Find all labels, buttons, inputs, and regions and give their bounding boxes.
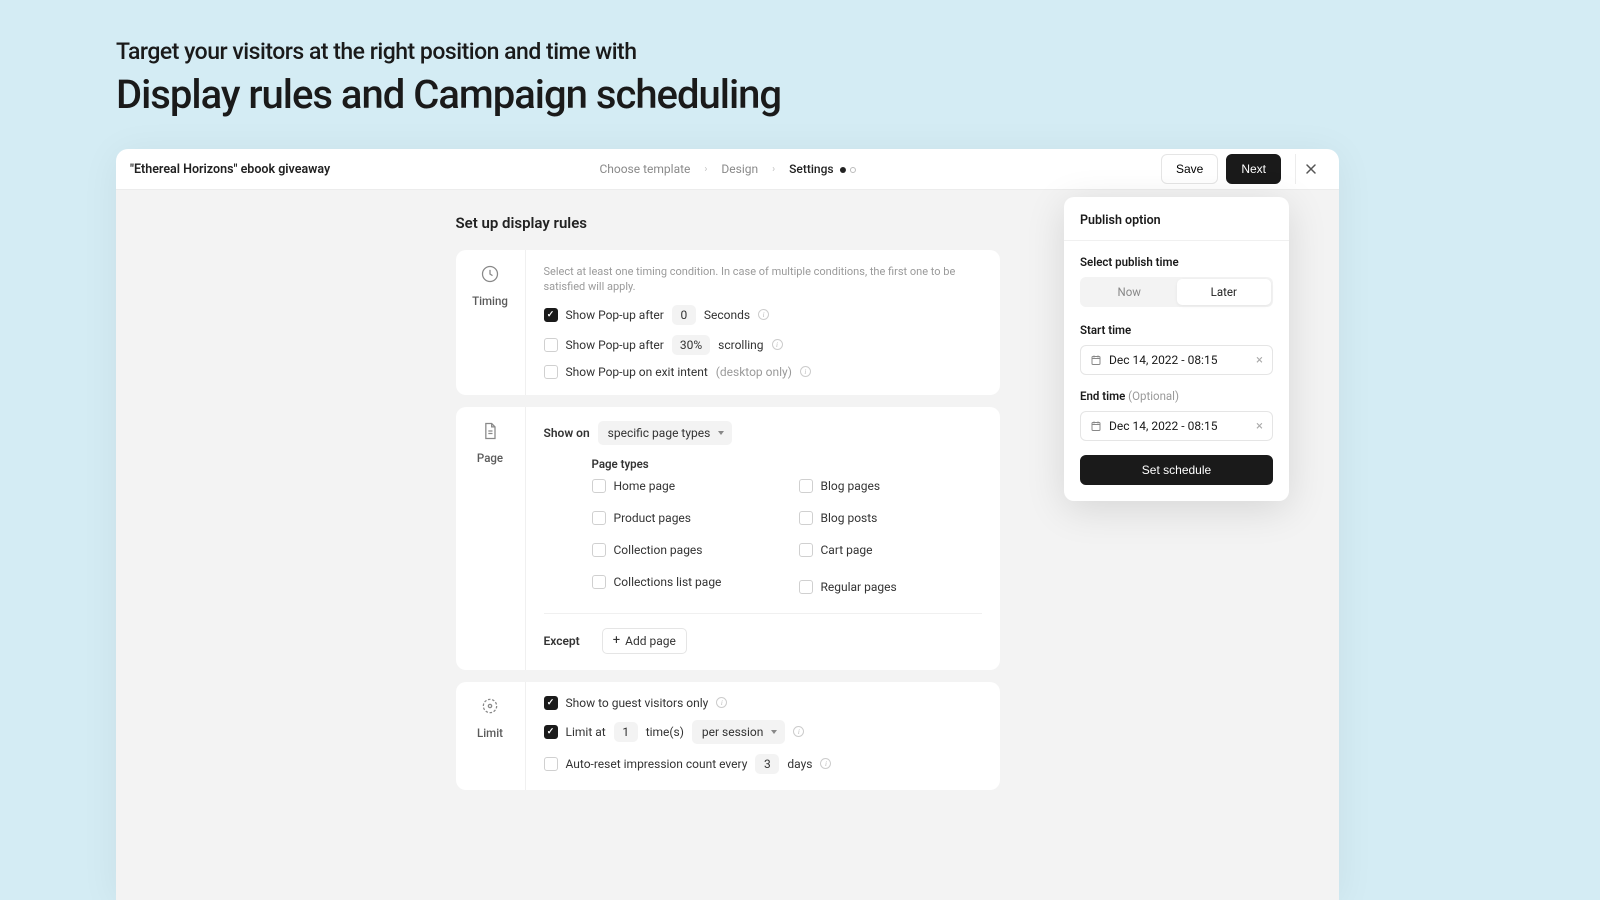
timing-scroll-unit: scrolling (718, 338, 763, 352)
page-icon (480, 421, 500, 441)
info-icon[interactable] (758, 309, 769, 320)
timing-scroll-value[interactable]: 30% (672, 335, 710, 355)
show-on-select[interactable]: specific page types (598, 421, 733, 445)
hero-subtitle: Target your visitors at the right positi… (116, 38, 1484, 65)
set-schedule-button[interactable]: Set schedule (1080, 455, 1273, 485)
page-type-cart-checkbox[interactable] (799, 543, 813, 557)
page-type-label: Cart page (821, 543, 873, 557)
page-type-label: Collections list page (614, 575, 722, 589)
optional-label: (Optional) (1128, 389, 1179, 403)
hero-title: Display rules and Campaign scheduling (116, 71, 1484, 118)
page-type-blog-pages-checkbox[interactable] (799, 479, 813, 493)
chevron-right-icon: › (704, 164, 707, 175)
publish-title: Publish option (1080, 213, 1273, 228)
timing-side-label: Timing (472, 294, 508, 308)
timing-scroll-checkbox[interactable] (544, 338, 558, 352)
timing-after-value[interactable]: 0 (672, 305, 696, 325)
end-time-input[interactable]: Dec 14, 2022 - 08:15 × (1080, 411, 1273, 441)
page-type-label: Regular pages (821, 580, 897, 594)
info-icon[interactable] (820, 758, 831, 769)
info-icon[interactable] (716, 697, 727, 708)
end-time-value: Dec 14, 2022 - 08:15 (1109, 419, 1217, 433)
page-type-label: Home page (614, 479, 676, 493)
clock-icon (480, 264, 500, 284)
info-icon[interactable] (793, 726, 804, 737)
show-on-label: Show on (544, 426, 590, 440)
campaign-title: "Ethereal Horizons" ebook giveaway (130, 162, 330, 177)
step-dot-empty (850, 167, 856, 173)
start-time-label: Start time (1080, 323, 1273, 337)
calendar-icon (1090, 420, 1102, 432)
plus-icon: + (613, 634, 620, 647)
limit-at-label: Limit at (566, 725, 606, 739)
timing-after-label: Show Pop-up after (566, 308, 664, 322)
guest-only-checkbox[interactable] (544, 696, 558, 710)
page-type-label: Product pages (614, 511, 692, 525)
target-icon (480, 696, 500, 716)
reset-value-input[interactable]: 3 (755, 754, 779, 774)
step-choose-template[interactable]: Choose template (599, 162, 690, 176)
timing-exit-suffix: (desktop only) (716, 365, 792, 379)
limit-scope-select[interactable]: per session (692, 720, 785, 744)
start-time-input[interactable]: Dec 14, 2022 - 08:15 × (1080, 345, 1273, 375)
info-icon[interactable] (800, 366, 811, 377)
reset-unit: days (787, 757, 812, 771)
step-settings[interactable]: Settings (789, 162, 855, 176)
page-types-header: Page types (592, 457, 982, 471)
timing-hint: Select at least one timing condition. In… (544, 264, 982, 295)
chevron-right-icon: › (772, 164, 775, 175)
page-type-collection-checkbox[interactable] (592, 543, 606, 557)
timing-card: Timing Select at least one timing condit… (456, 250, 1000, 395)
limit-at-checkbox[interactable] (544, 725, 558, 739)
next-button[interactable]: Next (1226, 154, 1281, 184)
add-page-button[interactable]: + Add page (602, 628, 687, 654)
page-type-label: Blog posts (821, 511, 878, 525)
page-type-collections-list-checkbox[interactable] (592, 575, 606, 589)
except-label: Except (544, 634, 580, 648)
timing-exit-checkbox[interactable] (544, 365, 558, 379)
publish-time-label: Select publish time (1080, 255, 1273, 269)
step-design[interactable]: Design (721, 162, 758, 176)
timing-after-unit: Seconds (704, 308, 750, 322)
publish-time-segment: Now Later (1080, 277, 1273, 307)
info-icon[interactable] (772, 339, 783, 350)
clear-start-icon[interactable]: × (1256, 354, 1263, 367)
limit-side-label: Limit (477, 726, 503, 740)
save-button[interactable]: Save (1161, 154, 1218, 184)
page-type-home-checkbox[interactable] (592, 479, 606, 493)
step-dot-active (840, 167, 846, 173)
page-type-blog-posts-checkbox[interactable] (799, 511, 813, 525)
calendar-icon (1090, 354, 1102, 366)
auto-reset-label: Auto-reset impression count every (566, 757, 748, 771)
app-window: "Ethereal Horizons" ebook giveaway Choos… (116, 149, 1339, 900)
guest-only-label: Show to guest visitors only (566, 696, 709, 710)
page-type-regular-checkbox[interactable] (799, 580, 813, 594)
limit-unit: time(s) (646, 725, 684, 739)
timing-after-checkbox[interactable] (544, 308, 558, 322)
publish-now-option[interactable]: Now (1082, 279, 1177, 305)
page-side-label: Page (477, 451, 503, 465)
timing-scroll-label: Show Pop-up after (566, 338, 664, 352)
close-icon (1305, 163, 1317, 175)
auto-reset-checkbox[interactable] (544, 757, 558, 771)
breadcrumb: Choose template › Design › Settings (599, 162, 855, 176)
page-type-product-checkbox[interactable] (592, 511, 606, 525)
page-type-label: Collection pages (614, 543, 703, 557)
page-type-label: Blog pages (821, 479, 881, 493)
close-button[interactable] (1295, 154, 1325, 184)
start-time-value: Dec 14, 2022 - 08:15 (1109, 353, 1217, 367)
page-card: Page Show on specific page types Page ty… (456, 407, 1000, 670)
clear-end-icon[interactable]: × (1256, 420, 1263, 433)
publish-popover: Publish option Select publish time Now L… (1064, 197, 1289, 501)
timing-exit-label: Show Pop-up on exit intent (566, 365, 708, 379)
section-title: Set up display rules (456, 214, 1000, 232)
publish-later-option[interactable]: Later (1177, 279, 1272, 305)
limit-value-input[interactable]: 1 (614, 722, 638, 742)
limit-card: Limit Show to guest visitors only Limit … (456, 682, 1000, 790)
end-time-label: End time (Optional) (1080, 389, 1273, 403)
